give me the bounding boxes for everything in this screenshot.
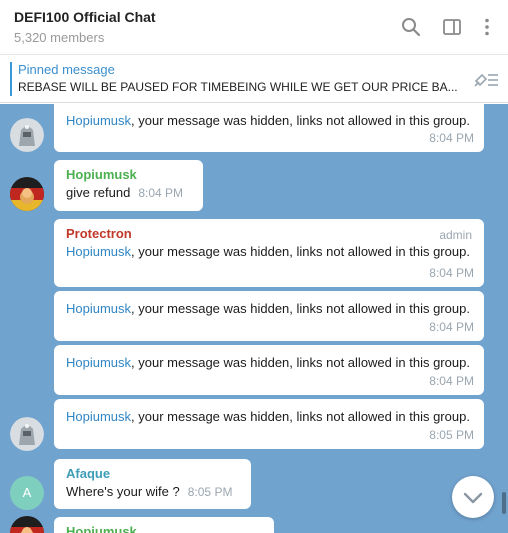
chat-header: DEFI100 Official Chat 5,320 members [0, 0, 508, 55]
admin-badge: admin [439, 228, 472, 242]
user-avatar-afaque[interactable]: A [10, 476, 44, 510]
mention-link[interactable]: Hopiumusk [66, 409, 131, 424]
message-text: Where's your wife ? 8:05 PM [66, 484, 233, 499]
message-time: 8:04 PM [429, 374, 474, 388]
pinned-accent-bar [10, 62, 12, 96]
bot-avatar[interactable] [10, 118, 44, 152]
message-text: Hopiumusk, your message was hidden, link… [66, 355, 470, 370]
mention-link[interactable]: Hopiumusk [66, 244, 131, 259]
sender-name[interactable]: Hopiumusk [66, 523, 262, 533]
message-text: give refund 8:04 PM [66, 185, 184, 200]
message-bubble[interactable]: Afaque Where's your wife ? 8:05 PM [54, 459, 251, 509]
message-text: Hopiumusk, your message was hidden, link… [66, 244, 470, 259]
pinned-label: Pinned message [18, 62, 115, 77]
mention-link[interactable]: Hopiumusk [66, 355, 131, 370]
message-time: 8:05 PM [187, 485, 233, 499]
message-time: 8:04 PM [429, 266, 474, 280]
message-bubble[interactable]: Hopiumusk, your message was hidden, link… [54, 345, 484, 395]
pinned-list-icon[interactable] [472, 67, 500, 91]
message-time: 8:04 PM [429, 320, 474, 334]
bot-avatar[interactable] [10, 417, 44, 451]
search-icon[interactable] [400, 16, 422, 38]
sidebar-toggle-icon[interactable] [441, 16, 463, 38]
avatar-initial: A [22, 485, 32, 500]
pinned-text: REBASE WILL BE PAUSED FOR TIMEBEING WHIL… [18, 80, 458, 94]
sender-name[interactable]: Protectron [66, 225, 472, 243]
chevron-down-icon [463, 492, 483, 504]
mention-link[interactable]: Hopiumusk [66, 301, 131, 316]
message-text: Hopiumusk, your message was hidden, link… [66, 409, 470, 424]
scrollbar-thumb[interactable] [502, 492, 506, 514]
pinned-message-bar[interactable]: Pinned message REBASE WILL BE PAUSED FOR… [0, 55, 508, 103]
message-time: 8:04 PM [429, 131, 474, 145]
message-text: Hopiumusk, your message was hidden, link… [66, 113, 470, 128]
scroll-to-bottom-button[interactable] [452, 476, 494, 518]
message-text: Hopiumusk, your message was hidden, link… [66, 301, 470, 316]
message-bubble[interactable]: Hopiumusk, your message was hidden, link… [54, 104, 484, 152]
message-bubble[interactable]: Hopiumusk give refund 8:04 PM [54, 160, 203, 211]
sender-name[interactable]: Afaque [66, 465, 239, 483]
more-vertical-icon[interactable] [476, 16, 498, 38]
message-bubble[interactable]: Protectron admin Hopiumusk, your message… [54, 219, 484, 287]
sender-name[interactable]: Hopiumusk [66, 166, 191, 184]
message-bubble[interactable]: Hopiumusk, your message was hidden, link… [54, 291, 484, 341]
message-time: 8:04 PM [138, 186, 184, 200]
message-time: 8:05 PM [429, 428, 474, 442]
message-list[interactable]: Hopiumusk, your message was hidden, link… [0, 104, 508, 533]
chat-title[interactable]: DEFI100 Official Chat [14, 9, 156, 25]
user-avatar-hopiumusk[interactable] [10, 516, 44, 533]
user-avatar-hopiumusk[interactable] [10, 177, 44, 211]
message-bubble[interactable]: Hopiumusk [54, 517, 274, 533]
message-bubble[interactable]: Hopiumusk, your message was hidden, link… [54, 399, 484, 449]
mention-link[interactable]: Hopiumusk [66, 113, 131, 128]
member-count[interactable]: 5,320 members [14, 30, 104, 45]
